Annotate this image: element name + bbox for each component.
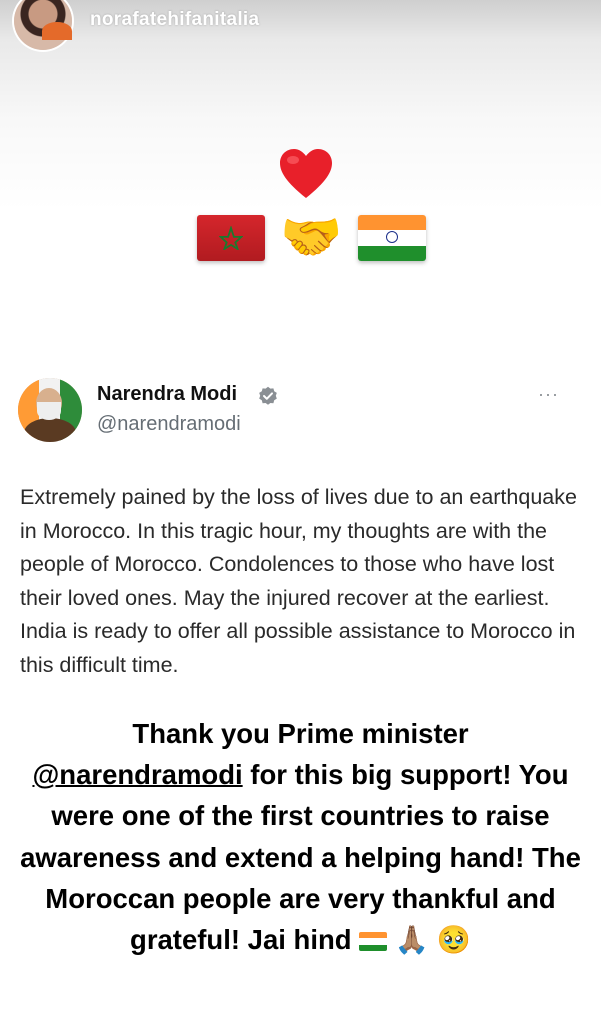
caption-line-start: Thank you Prime minister	[132, 718, 469, 749]
india-flag-icon	[359, 932, 388, 951]
tweet-author-avatar[interactable]	[18, 378, 82, 442]
avatar-dress	[42, 22, 72, 40]
story-view: norafatehifanitalia 🤝 Narendra Modi @nar…	[0, 0, 601, 1024]
tweet-author-handle[interactable]: @narendramodi	[97, 413, 241, 436]
more-options-icon[interactable]: ···	[538, 384, 559, 405]
folded-hands-icon: 🙏🏽	[394, 924, 430, 957]
verified-badge-icon	[259, 386, 277, 405]
story-username[interactable]: norafatehifanitalia	[90, 9, 259, 31]
tweet-body-text: Extremely pained by the loss of lives du…	[20, 485, 577, 677]
morocco-flag-icon	[197, 215, 265, 261]
profile-avatar[interactable]	[14, 0, 72, 50]
red-heart-icon	[280, 149, 332, 198]
tweet-author-name[interactable]: Narendra Modi	[97, 383, 237, 406]
handshake-icon: 🤝	[280, 208, 343, 266]
story-caption: Thank you Prime minister @narendramodi f…	[0, 713, 601, 961]
india-flag-icon	[358, 215, 426, 261]
pleading-face-icon: 🥹	[436, 924, 471, 957]
caption-mention-link[interactable]: @narendramodi	[32, 759, 242, 790]
ashoka-chakra-icon	[386, 231, 398, 244]
